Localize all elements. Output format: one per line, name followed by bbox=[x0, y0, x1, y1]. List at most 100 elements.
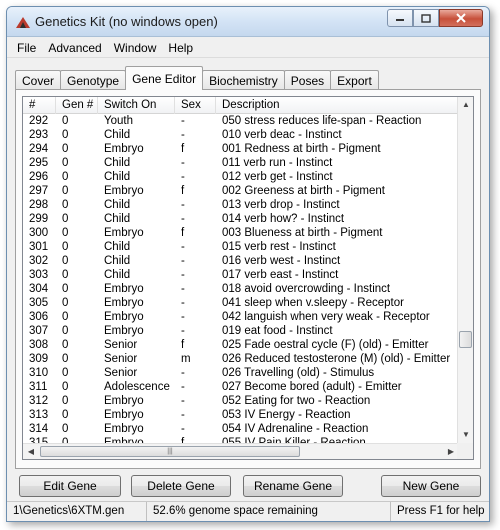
gene-row[interactable]: 307 0 Embryo - 019 eat food - Instinct bbox=[23, 324, 459, 338]
cell-sex: - bbox=[181, 115, 185, 127]
menu-help[interactable]: Help bbox=[162, 41, 199, 55]
edit-gene-button[interactable]: Edit Gene bbox=[19, 475, 121, 497]
cell-number: 300 bbox=[29, 227, 49, 239]
gene-row[interactable]: 301 0 Child - 015 verb rest - Instinct bbox=[23, 240, 459, 254]
column-header-description[interactable]: Description bbox=[216, 97, 459, 114]
gene-row[interactable]: 296 0 Child - 012 verb get - Instinct bbox=[23, 170, 459, 184]
window-title: Genetics Kit (no windows open) bbox=[35, 14, 218, 29]
cell-gen: 0 bbox=[62, 395, 69, 407]
gene-row[interactable]: 299 0 Child - 014 verb how? - Instinct bbox=[23, 212, 459, 226]
scroll-up-icon[interactable]: ▲ bbox=[458, 97, 473, 113]
cell-description: 016 verb west - Instinct bbox=[222, 255, 341, 267]
gene-row[interactable]: 295 0 Child - 011 verb run - Instinct bbox=[23, 156, 459, 170]
cell-sex: - bbox=[181, 325, 185, 337]
tab-cover[interactable]: Cover bbox=[15, 70, 62, 90]
gene-row[interactable]: 303 0 Child - 017 verb east - Instinct bbox=[23, 268, 459, 282]
cell-switch-on: Child bbox=[104, 213, 131, 225]
tab-gene-editor[interactable]: Gene Editor bbox=[125, 66, 204, 90]
cell-switch-on: Child bbox=[104, 171, 131, 183]
cell-gen: 0 bbox=[62, 255, 69, 267]
tab-biochemistry[interactable]: Biochemistry bbox=[202, 70, 285, 90]
vertical-scrollbar[interactable]: ▲ ▼ bbox=[457, 97, 473, 443]
cell-description: 054 IV Adrenaline - Reaction bbox=[222, 423, 369, 435]
menu-window[interactable]: Window bbox=[108, 41, 163, 55]
column-header-sex[interactable]: Sex bbox=[175, 97, 216, 114]
cell-gen: 0 bbox=[62, 115, 69, 127]
title-bar[interactable]: Genetics Kit (no windows open) bbox=[7, 7, 489, 37]
cell-sex: - bbox=[181, 423, 185, 435]
cell-number: 296 bbox=[29, 171, 49, 183]
vertical-scroll-thumb[interactable] bbox=[459, 331, 472, 348]
gene-row[interactable]: 297 0 Embryo f 002 Greeness at birth - Pigme… bbox=[23, 184, 459, 198]
gene-row[interactable]: 308 0 Senior f 025 Fade oestral cycle (F) (o… bbox=[23, 338, 459, 352]
menu-file[interactable]: File bbox=[11, 41, 42, 55]
cell-number: 303 bbox=[29, 269, 49, 281]
cell-description: 019 eat food - Instinct bbox=[222, 325, 333, 337]
cell-sex: - bbox=[181, 297, 185, 309]
cell-number: 310 bbox=[29, 367, 49, 379]
cell-description: 001 Redness at birth - Pigment bbox=[222, 143, 381, 155]
cell-sex: - bbox=[181, 367, 185, 379]
cell-sex: - bbox=[181, 311, 185, 323]
gene-row[interactable]: 312 0 Embryo - 052 Eating for two - Reaction bbox=[23, 394, 459, 408]
gene-row[interactable]: 310 0 Senior - 026 Travelling (old) - Stimul… bbox=[23, 366, 459, 380]
gene-row[interactable]: 298 0 Child - 013 verb drop - Instinct bbox=[23, 198, 459, 212]
cell-sex: - bbox=[181, 395, 185, 407]
tab-genotype[interactable]: Genotype bbox=[60, 70, 127, 90]
gene-row[interactable]: 311 0 Adolescence - 027 Become bored (adult)… bbox=[23, 380, 459, 394]
tab-export[interactable]: Export bbox=[330, 70, 379, 90]
close-button[interactable] bbox=[439, 9, 483, 27]
cell-sex: - bbox=[181, 199, 185, 211]
menu-advanced[interactable]: Advanced bbox=[42, 41, 107, 55]
horizontal-scrollbar[interactable]: ◀ ||| ▶ bbox=[23, 443, 459, 459]
minimize-button[interactable] bbox=[387, 9, 413, 27]
delete-gene-button[interactable]: Delete Gene bbox=[131, 475, 231, 497]
column-header-number[interactable]: # bbox=[23, 97, 56, 114]
gene-list-header: # Gen # Switch On Sex Description bbox=[23, 97, 459, 114]
cell-number: 307 bbox=[29, 325, 49, 337]
cell-switch-on: Child bbox=[104, 269, 131, 281]
scroll-down-icon[interactable]: ▼ bbox=[458, 427, 473, 443]
cell-gen: 0 bbox=[62, 339, 69, 351]
gene-row[interactable]: 293 0 Child - 010 verb deac - Instinct bbox=[23, 128, 459, 142]
gene-row[interactable]: 304 0 Embryo - 018 avoid overcrowding - Inst… bbox=[23, 282, 459, 296]
gene-row[interactable]: 313 0 Embryo - 053 IV Energy - Reaction bbox=[23, 408, 459, 422]
cell-description: 013 verb drop - Instinct bbox=[222, 199, 340, 211]
gene-row[interactable]: 309 0 Senior m 026 Reduced testosterone (M) … bbox=[23, 352, 459, 366]
rename-gene-button[interactable]: Rename Gene bbox=[243, 475, 343, 497]
gene-row[interactable]: 302 0 Child - 016 verb west - Instinct bbox=[23, 254, 459, 268]
cell-description: 050 stress reduces life-span - Reaction bbox=[222, 115, 422, 127]
cell-switch-on: Embryo bbox=[104, 423, 144, 435]
gene-row[interactable]: 306 0 Embryo - 042 languish when very weak -… bbox=[23, 310, 459, 324]
gene-row[interactable]: 305 0 Embryo - 041 sleep when v.sleepy - Rec… bbox=[23, 296, 459, 310]
cell-sex: f bbox=[181, 143, 185, 155]
maximize-button[interactable] bbox=[413, 9, 439, 27]
status-help-hint: Press F1 for help bbox=[397, 505, 485, 517]
tab-poses[interactable]: Poses bbox=[283, 70, 332, 90]
gene-list[interactable]: # Gen # Switch On Sex Description 292 0 Yo… bbox=[22, 96, 474, 460]
horizontal-scroll-thumb[interactable]: ||| bbox=[40, 446, 300, 457]
gene-list-rows: 292 0 Youth - 050 stress reduces life-span -… bbox=[23, 114, 459, 459]
cell-description: 041 sleep when v.sleepy - Receptor bbox=[222, 297, 404, 309]
cell-number: 295 bbox=[29, 157, 49, 169]
gene-row[interactable]: 294 0 Embryo f 001 Redness at birth - Pigmen… bbox=[23, 142, 459, 156]
column-header-gen[interactable]: Gen # bbox=[56, 97, 98, 114]
scroll-left-icon[interactable]: ◀ bbox=[23, 444, 39, 459]
column-header-switch-on[interactable]: Switch On bbox=[98, 97, 175, 114]
cell-description: 026 Reduced testosterone (M) (old) - Emi… bbox=[222, 353, 451, 365]
cell-gen: 0 bbox=[62, 129, 69, 141]
status-bar: 1\Genetics\6XTM.gen 52.6% genome space r… bbox=[7, 501, 489, 521]
gene-row[interactable]: 300 0 Embryo f 003 Blueness at birth - Pigme… bbox=[23, 226, 459, 240]
cell-number: 304 bbox=[29, 283, 49, 295]
new-gene-button[interactable]: New Gene bbox=[381, 475, 481, 497]
gene-row[interactable]: 314 0 Embryo - 054 IV Adrenaline - Reaction bbox=[23, 422, 459, 436]
cell-gen: 0 bbox=[62, 325, 69, 337]
cell-switch-on: Child bbox=[104, 199, 131, 211]
cell-switch-on: Senior bbox=[104, 367, 138, 379]
cell-number: 293 bbox=[29, 129, 49, 141]
cell-sex: m bbox=[181, 353, 191, 365]
cell-gen: 0 bbox=[62, 213, 69, 225]
scroll-corner bbox=[457, 443, 473, 459]
cell-description: 002 Greeness at birth - Pigment bbox=[222, 185, 385, 197]
gene-row[interactable]: 292 0 Youth - 050 stress reduces life-span -… bbox=[23, 114, 459, 128]
